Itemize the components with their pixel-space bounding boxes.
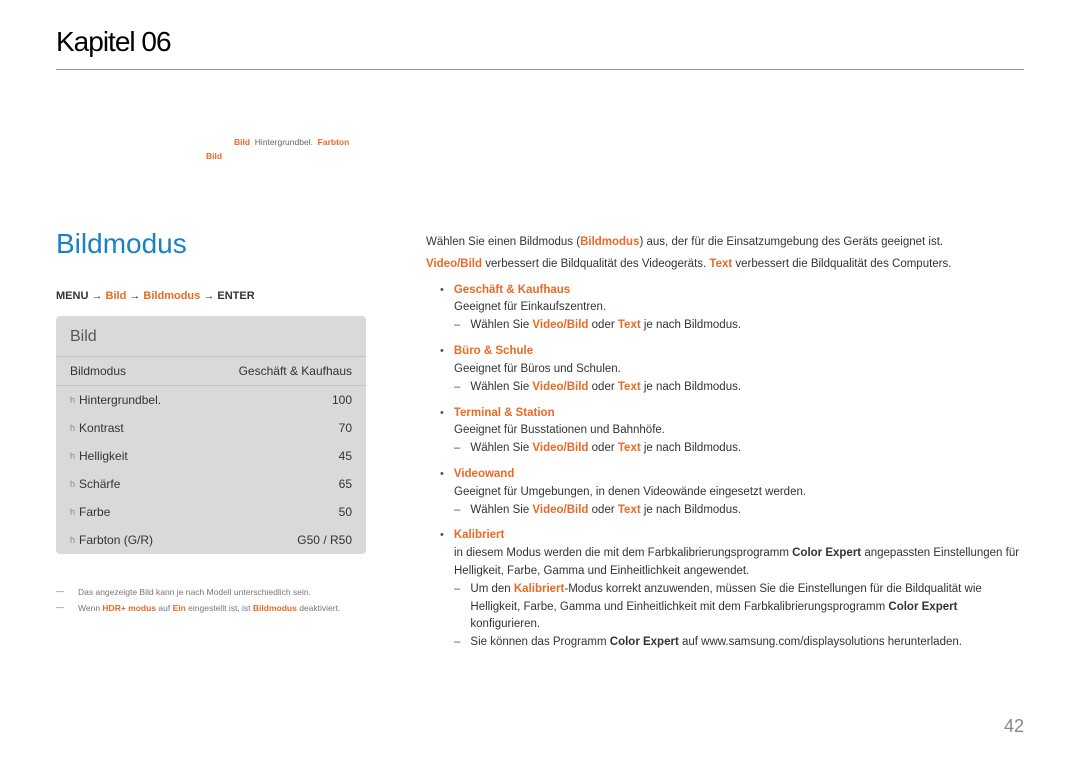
right-column: Wählen Sie einen Bildmodus (Bildmodus) a… (426, 228, 1024, 660)
page-number: 42 (1004, 716, 1024, 737)
mode-item: •Geschäft & KaufhausGeeignet für Einkauf… (426, 282, 1024, 335)
page-title: Bildmodus (56, 228, 366, 260)
top-note: Bild Hintergrundbel. Farbton Bild (56, 136, 349, 163)
mode-item: •VideowandGeeignet für Umgebungen, in de… (426, 466, 1024, 519)
panel-row[interactable]: hFarbton (G/R) G50 / R50 (56, 526, 366, 554)
footnotes: ―Das angezeigte Bild kann je nach Modell… (56, 584, 366, 616)
panel-row[interactable]: Bildmodus Geschäft & Kaufhaus (56, 356, 366, 386)
panel-row[interactable]: hSchärfe 65 (56, 470, 366, 498)
settings-panel: Bild Bildmodus Geschäft & Kaufhaus hHint… (56, 316, 366, 554)
panel-row[interactable]: hKontrast 70 (56, 414, 366, 442)
horizontal-rule (56, 69, 1024, 70)
breadcrumb: MENU → Bild → Bildmodus → ENTER (56, 290, 366, 302)
panel-header: Bild (56, 316, 366, 356)
mode-item: •Büro & SchuleGeeignet für Büros und Sch… (426, 343, 1024, 396)
panel-row[interactable]: hFarbe 50 (56, 498, 366, 526)
panel-row[interactable]: hHintergrundbel. 100 (56, 386, 366, 414)
mode-item: •Terminal & StationGeeignet für Busstati… (426, 405, 1024, 458)
chapter-heading: Kapitel 06 (56, 26, 171, 58)
mode-item-kalibriert: •Kalibriert in diesem Modus werden die m… (426, 527, 1024, 652)
panel-row[interactable]: hHelligkeit 45 (56, 442, 366, 470)
